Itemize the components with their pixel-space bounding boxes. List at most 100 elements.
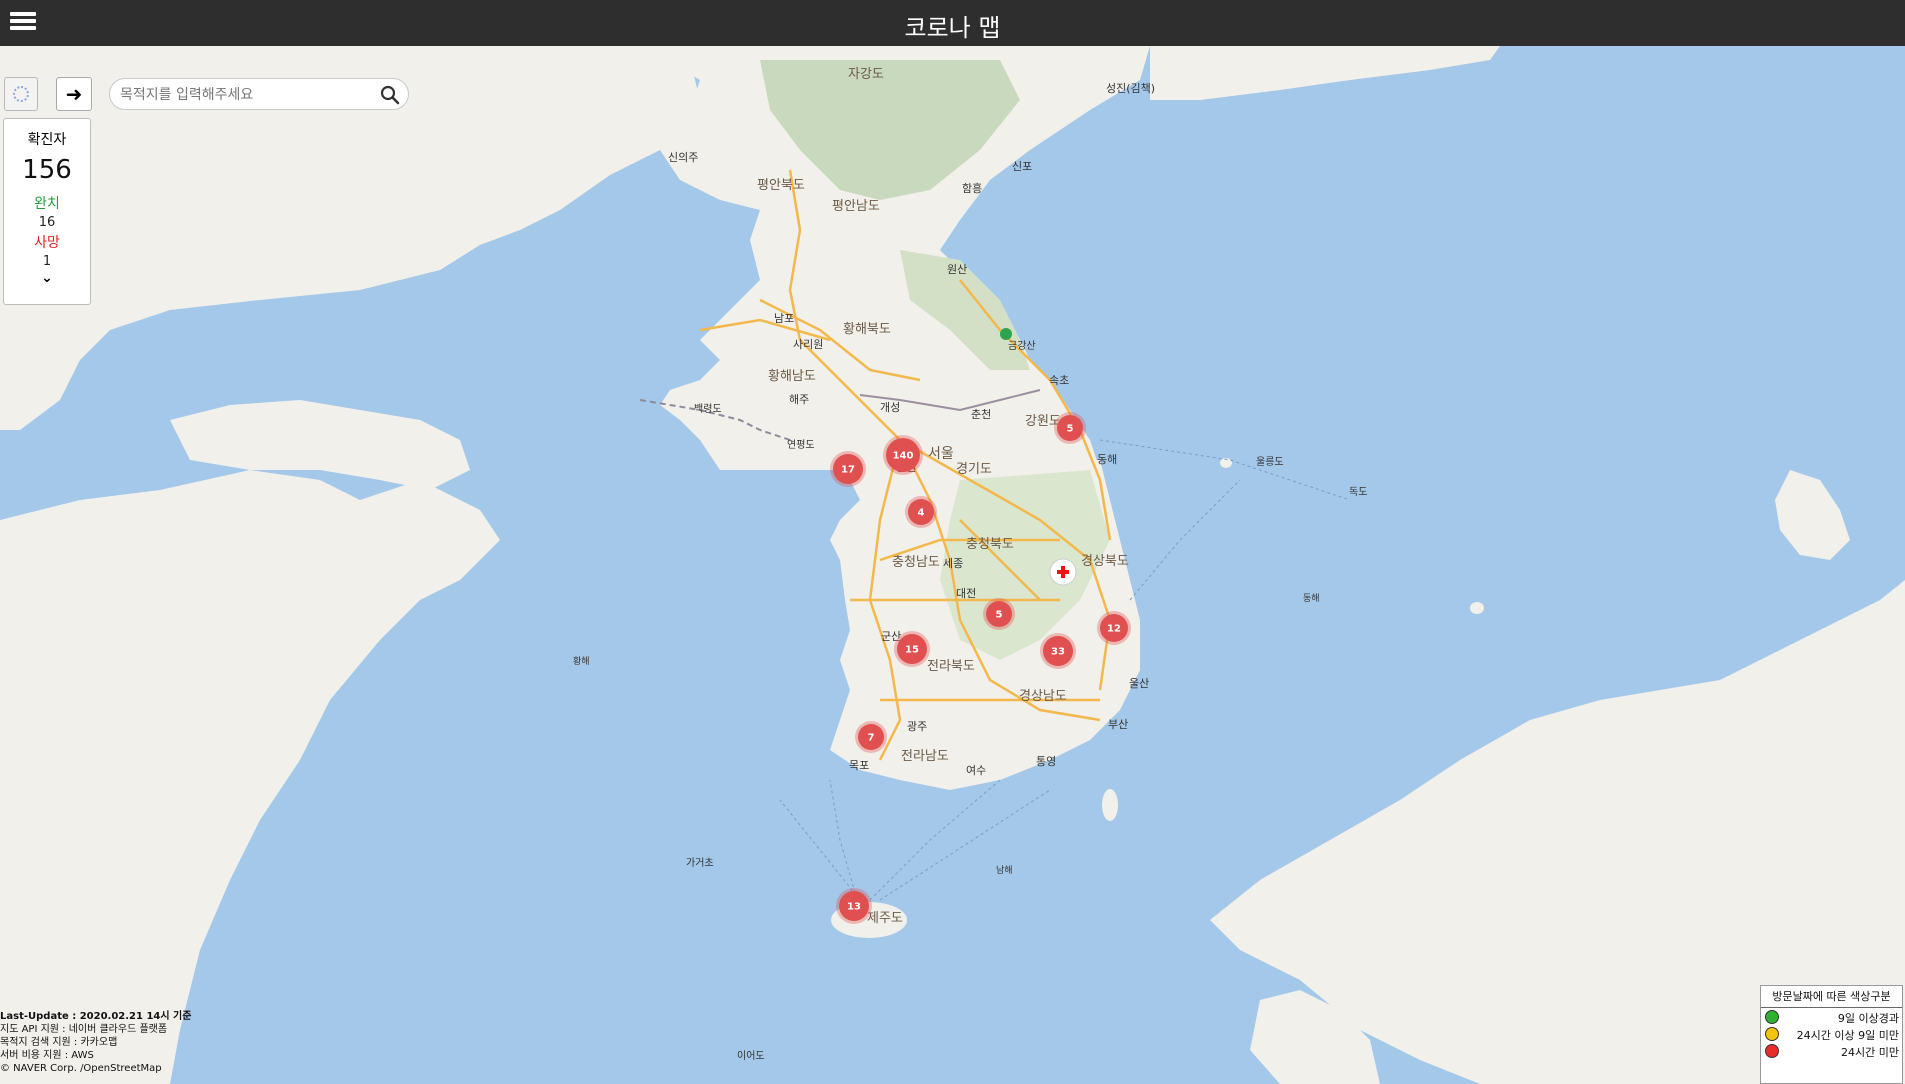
map-place-label: 울산 — [1129, 677, 1149, 690]
map-place-label: 남해 — [996, 865, 1013, 876]
cluster-count: 12 — [1107, 624, 1121, 635]
map-canvas[interactable]: 자강도 성진(김책) 신의주 신포 평안북도 함흥 평안남도 원산 남포 황해북도 금강산 사리원 황해… — [0, 46, 1905, 1084]
map-place-label: 동해 — [1097, 452, 1117, 466]
map-place-label: 대전 — [956, 587, 976, 600]
green-dot-icon — [1765, 1010, 1779, 1024]
map-footer: Last-Update : 2020.02.21 14시 기준 지도 API 지… — [0, 1010, 191, 1075]
map-place-label: 황해북도 — [843, 322, 891, 337]
map-place-label: 통영 — [1036, 755, 1056, 768]
map-place-label: 개성 — [880, 401, 900, 414]
map-place-label: 춘천 — [971, 407, 991, 421]
legend-row-yellow: 24시간 이상 9일 미만 — [1761, 1025, 1902, 1042]
map-place-label: 충청북도 — [966, 537, 1014, 552]
map-place-label: 경기도 — [956, 462, 992, 477]
deaths-label: 사망 — [34, 235, 60, 251]
recovered-label: 완치 — [34, 196, 60, 212]
yellow-dot-icon — [1765, 1027, 1779, 1041]
map-place-label: 황해 — [573, 656, 590, 667]
map-api-credit: 지도 API 지원 : 네이버 클라우드 플랫폼 — [0, 1024, 168, 1035]
map-place-label: 평안남도 — [832, 199, 880, 214]
map-place-label: 울릉도 — [1256, 456, 1284, 468]
copyright-text: © NAVER Corp. /OpenStreetMap — [0, 1063, 162, 1074]
deaths-count: 1 — [42, 254, 52, 269]
cluster-count: 4 — [918, 508, 925, 519]
cluster-count: 7 — [868, 733, 875, 744]
map-place-label: 충청남도 — [892, 555, 940, 570]
map-place-label: 전라북도 — [927, 659, 975, 674]
map-place-label: 백령도 — [694, 403, 722, 415]
map-place-label: 해주 — [789, 392, 809, 406]
map-place-label: 황해남도 — [768, 369, 816, 384]
top-bar: 코로나 맵 — [0, 0, 1905, 46]
case-cluster-marker[interactable]: 4 — [905, 496, 937, 528]
search-bar — [109, 78, 409, 110]
map-place-label: 경상북도 — [1081, 554, 1129, 569]
app-title: 코로나 맵 — [904, 14, 1001, 42]
legend-label: 9일 이상경과 — [1837, 1012, 1899, 1025]
map-place-label: 연평도 — [787, 439, 815, 451]
search-credit: 목적지 검색 지원 : 카카오맵 — [0, 1037, 118, 1048]
map-place-label: 경상남도 — [1019, 689, 1067, 704]
confirmed-label: 확진자 — [27, 132, 67, 148]
legend-title: 방문날짜에 따른 색상구분 — [1761, 986, 1902, 1008]
cluster-count: 33 — [1051, 647, 1065, 658]
cluster-count: 17 — [841, 465, 855, 476]
stats-panel: 확진자 156 완치 16 사망 1 ⌄ — [3, 118, 91, 305]
last-update-text: Last-Update : 2020.02.21 14시 기준 — [0, 1011, 192, 1022]
map-place-label: 서울 — [928, 446, 954, 462]
loading-spinner-icon — [13, 86, 29, 102]
map-place-label: 성진(김책) — [1106, 82, 1155, 95]
map-place-label: 남포 — [774, 312, 794, 325]
map-place-label: 독도 — [1349, 486, 1367, 498]
cluster-count: 5 — [996, 610, 1003, 621]
legend-row-red: 24시간 미만 — [1761, 1042, 1902, 1059]
current-location-button[interactable] — [4, 77, 38, 111]
case-cluster-marker[interactable]: 17 — [830, 451, 866, 487]
map-place-label: 부산 — [1108, 718, 1128, 731]
legend-label: 24시간 미만 — [1841, 1046, 1899, 1059]
case-cluster-marker[interactable]: 5 — [1054, 412, 1086, 444]
map-place-label: 이어도 — [737, 1050, 765, 1062]
color-legend: 방문날짜에 따른 색상구분 9일 이상경과 24시간 이상 9일 미만 24시간… — [1760, 985, 1903, 1084]
map-place-label: 세종 — [943, 557, 963, 570]
chevron-down-icon[interactable]: ⌄ — [4, 270, 90, 286]
go-arrow-button[interactable]: ➜ — [56, 77, 92, 111]
case-cluster-marker[interactable]: 5 — [983, 598, 1015, 630]
server-credit: 서버 비용 지원 : AWS — [0, 1050, 94, 1061]
confirmed-count: 156 — [22, 155, 72, 185]
case-cluster-marker[interactable]: 12 — [1097, 611, 1131, 645]
map-place-label: 속초 — [1049, 374, 1069, 387]
map-place-label: 동해 — [1303, 593, 1320, 604]
search-icon[interactable] — [380, 85, 400, 105]
app-root: 코로나 맵 자강도 성진(김책) 신의주 신포 평안북도 함흥 평안남도 원산 … — [0, 0, 1905, 1084]
red-dot-icon — [1765, 1044, 1779, 1058]
case-cluster-marker[interactable]: 15 — [894, 631, 930, 667]
map-place-label: 제주도 — [867, 911, 903, 926]
legend-row-green: 9일 이상경과 — [1761, 1008, 1902, 1025]
map-place-label: 전라남도 — [901, 749, 949, 764]
cluster-count: 140 — [893, 451, 914, 462]
cluster-count: 15 — [905, 645, 919, 656]
case-cluster-marker[interactable]: 7 — [855, 721, 887, 753]
map-svg[interactable]: 자강도성진(김책) 신의주신포평안북도 함흥평안남도원산남포황해북도금강산 사리원황해… — [0, 46, 1905, 1084]
hospital-marker-icon[interactable] — [1049, 558, 1077, 586]
case-cluster-marker[interactable]: 33 — [1040, 633, 1076, 669]
case-cluster-marker[interactable]: 13 — [836, 888, 872, 924]
map-place-label: 함흥 — [962, 181, 982, 195]
arrow-right-icon: ➜ — [65, 82, 83, 106]
recovered-count: 16 — [38, 215, 56, 230]
map-place-label: 광주 — [907, 720, 927, 733]
map-place-label: 원산 — [947, 263, 967, 276]
case-cluster-marker[interactable]: 140 — [883, 435, 923, 475]
search-input[interactable] — [120, 84, 370, 106]
map-place-label: 금강산 — [1008, 340, 1036, 352]
legend-label: 24시간 이상 9일 미만 — [1796, 1029, 1899, 1042]
map-place-label: 사리원 — [793, 338, 823, 351]
map-place-label: 자강도 — [848, 67, 884, 82]
map-place-label: 여수 — [966, 764, 986, 777]
cluster-count: 5 — [1067, 424, 1074, 435]
map-place-label: 신의주 — [668, 151, 698, 164]
map-place-label: 신포 — [1012, 160, 1032, 173]
mountain-icon — [1000, 328, 1012, 340]
map-place-label: 목포 — [849, 759, 869, 772]
